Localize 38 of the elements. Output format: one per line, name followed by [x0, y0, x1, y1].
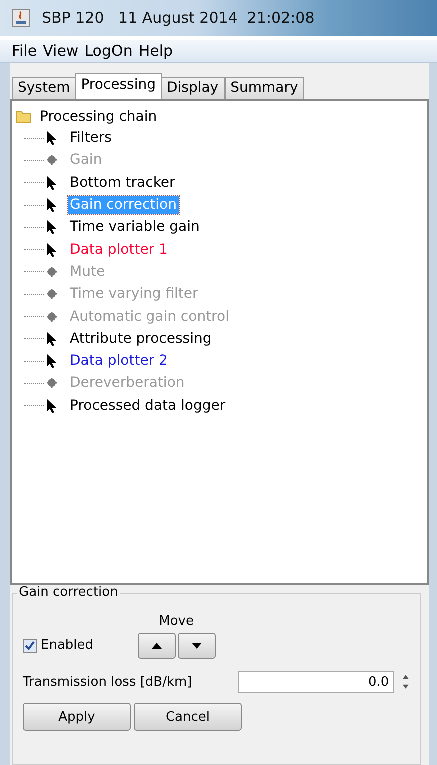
up-triangle-icon [152, 643, 162, 649]
checkbox[interactable] [23, 638, 37, 652]
tab[interactable]: Summary [224, 77, 304, 99]
menu-item[interactable]: Help [138, 42, 174, 60]
tab[interactable]: Processing [75, 73, 162, 99]
arrow-icon [46, 219, 58, 236]
menu-item[interactable]: View [43, 42, 79, 60]
tree-item[interactable]: Processing chain [38, 108, 160, 126]
move-up-button[interactable] [138, 633, 176, 659]
arrow-icon [46, 197, 58, 214]
arrow-icon [46, 398, 58, 414]
arrow-icon [46, 330, 58, 347]
tree-item[interactable]: Bottom tracker [68, 174, 178, 192]
arrow-icon [46, 174, 58, 191]
field-label: Transmission loss [dB/km] [23, 674, 194, 690]
tree-item[interactable]: Data plotter 2 [68, 352, 170, 370]
app-icon [12, 9, 30, 27]
action-button[interactable]: Cancel [134, 703, 242, 731]
tree-item[interactable]: Attribute processing [68, 330, 214, 348]
tab[interactable]: System [12, 77, 76, 99]
move-label: Move [159, 614, 194, 629]
tab[interactable]: Display [160, 77, 225, 99]
menu-item[interactable]: File [12, 42, 38, 60]
down-triangle-icon [192, 643, 202, 649]
folder-icon [16, 109, 32, 125]
input-field[interactable]: 0.0 [238, 671, 394, 693]
menu-item[interactable]: LogOn [84, 42, 133, 60]
tree-item[interactable]: Processed data logger [68, 396, 228, 415]
move-down-button[interactable] [178, 633, 216, 659]
tree-item[interactable]: Data plotter 1 [68, 240, 170, 259]
arrow-icon [46, 242, 58, 258]
enabled-checkbox[interactable]: Enabled [23, 638, 94, 659]
window-title: SBP 120 11 August 2014 21:02:08 [42, 9, 315, 27]
action-button[interactable]: Apply [23, 703, 131, 731]
arrow-icon [46, 130, 58, 146]
tree-item[interactable]: Filters [68, 129, 114, 148]
arrow-icon [46, 353, 58, 370]
tree-item[interactable]: Time variable gain [68, 218, 202, 236]
